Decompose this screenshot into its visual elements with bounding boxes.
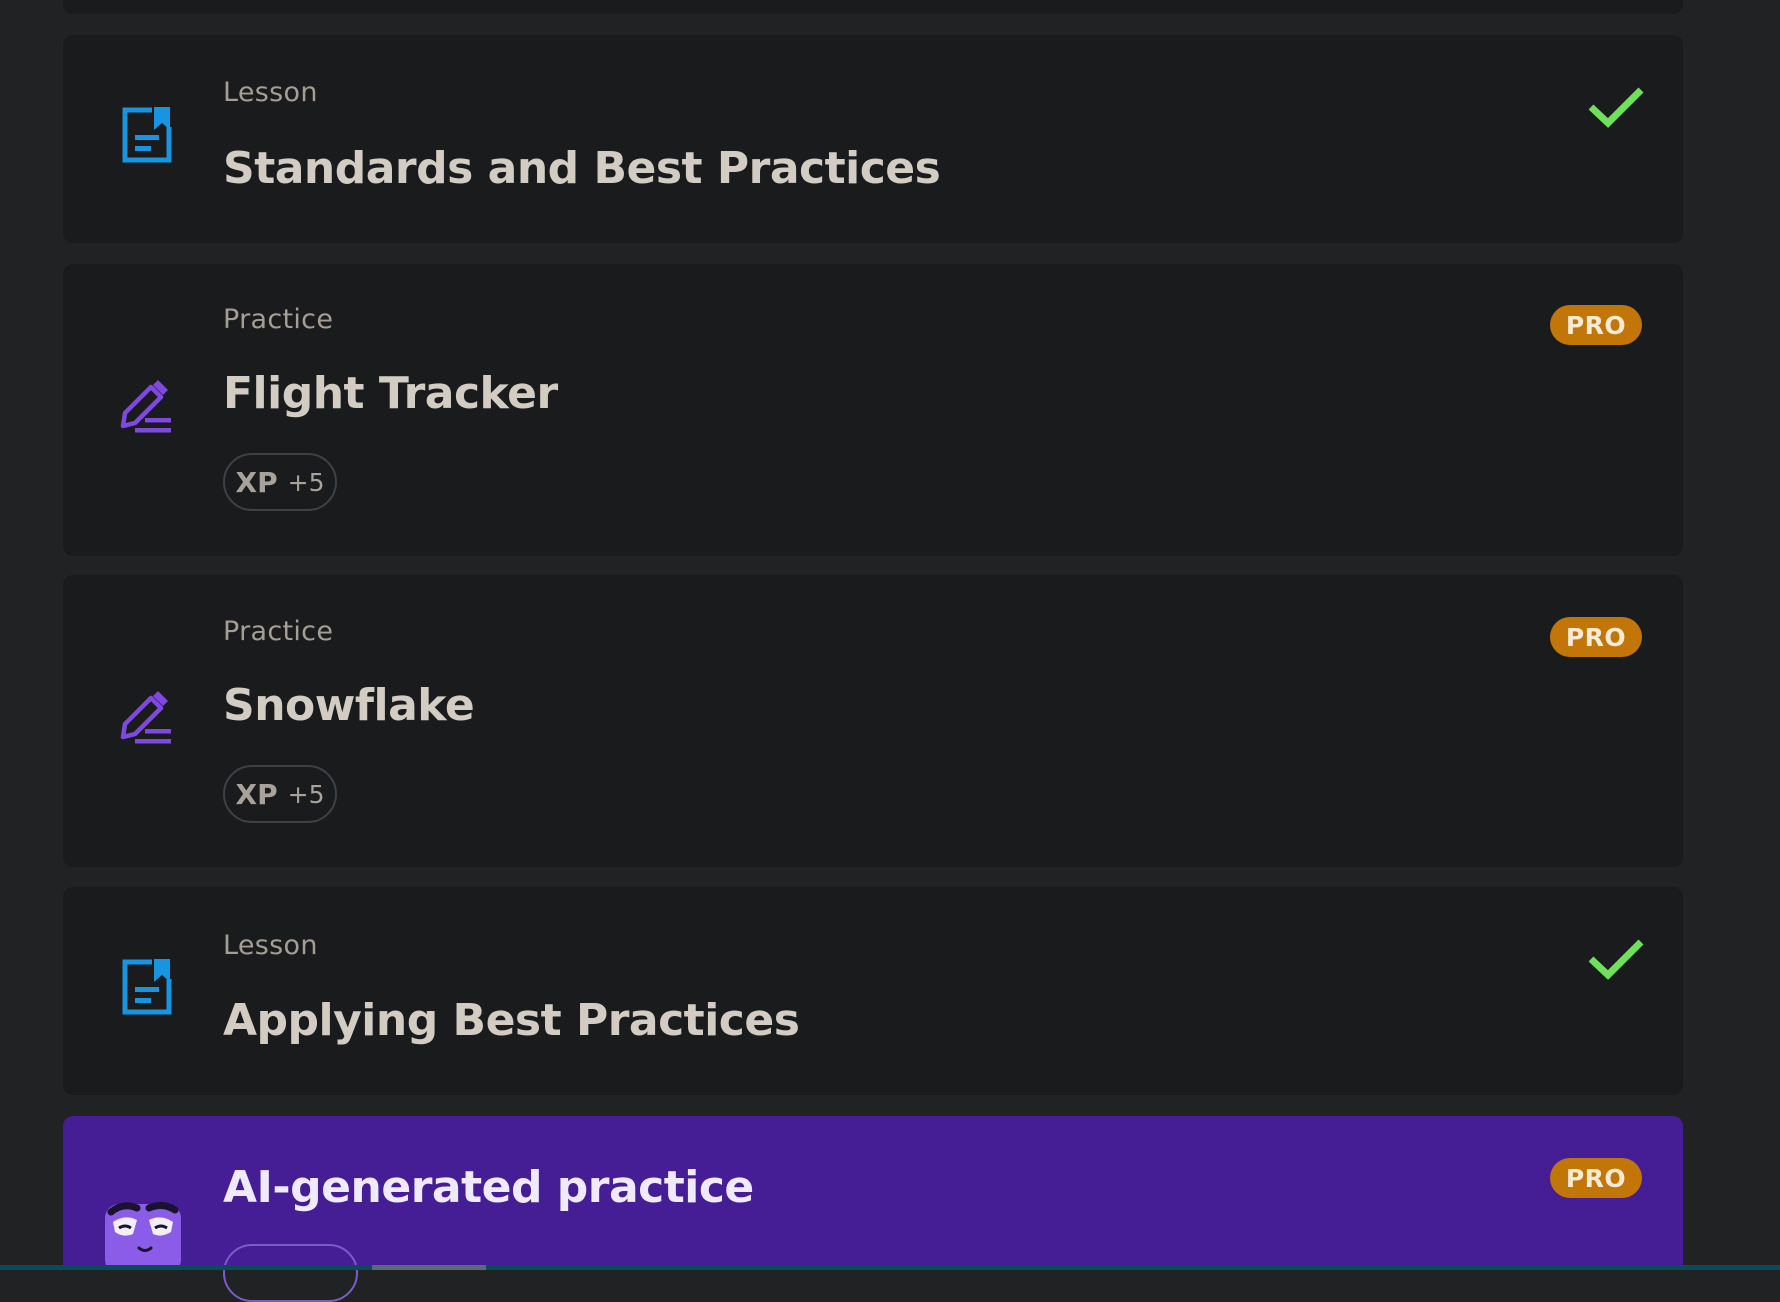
xp-badge: XP +5	[223, 765, 337, 823]
horizontal-scrollbar-thumb[interactable]	[372, 1265, 486, 1270]
xp-value: +5	[287, 779, 325, 809]
check-icon	[1588, 87, 1644, 128]
xp-badge: XP +5	[223, 453, 337, 511]
item-title: Standards and Best Practices	[223, 143, 941, 194]
previous-card-edge	[63, 0, 1683, 14]
document-icon	[122, 959, 172, 1015]
practice-card-flight-tracker[interactable]: Practice Flight Tracker XP +5 PRO	[63, 264, 1683, 556]
xp-badge	[223, 1244, 358, 1302]
lesson-card-standards[interactable]: Lesson Standards and Best Practices	[63, 35, 1683, 243]
xp-label: XP	[235, 777, 278, 811]
xp-value: +5	[287, 467, 325, 497]
pencil-icon	[120, 691, 171, 744]
pro-badge: PRO	[1550, 617, 1642, 657]
mascot-icon	[105, 1201, 181, 1270]
pro-badge: PRO	[1550, 1158, 1642, 1198]
item-type-label: Lesson	[223, 77, 318, 108]
item-type-label: Practice	[223, 304, 334, 335]
item-title: Applying Best Practices	[223, 995, 800, 1046]
item-title: Flight Tracker	[223, 368, 558, 419]
document-icon	[122, 107, 172, 163]
lesson-card-applying[interactable]: Lesson Applying Best Practices	[63, 887, 1683, 1095]
pencil-icon	[120, 380, 171, 433]
ai-practice-card[interactable]: AI-generated practice PRO	[63, 1116, 1683, 1302]
xp-label: XP	[235, 465, 278, 499]
horizontal-scrollbar-track[interactable]	[0, 1265, 1780, 1270]
practice-card-snowflake[interactable]: Practice Snowflake XP +5 PRO	[63, 575, 1683, 867]
check-icon	[1588, 939, 1644, 980]
item-title: Snowflake	[223, 680, 475, 731]
item-type-label: Practice	[223, 616, 334, 647]
item-title: AI-generated practice	[223, 1162, 754, 1213]
pro-badge: PRO	[1550, 305, 1642, 345]
item-type-label: Lesson	[223, 930, 318, 961]
